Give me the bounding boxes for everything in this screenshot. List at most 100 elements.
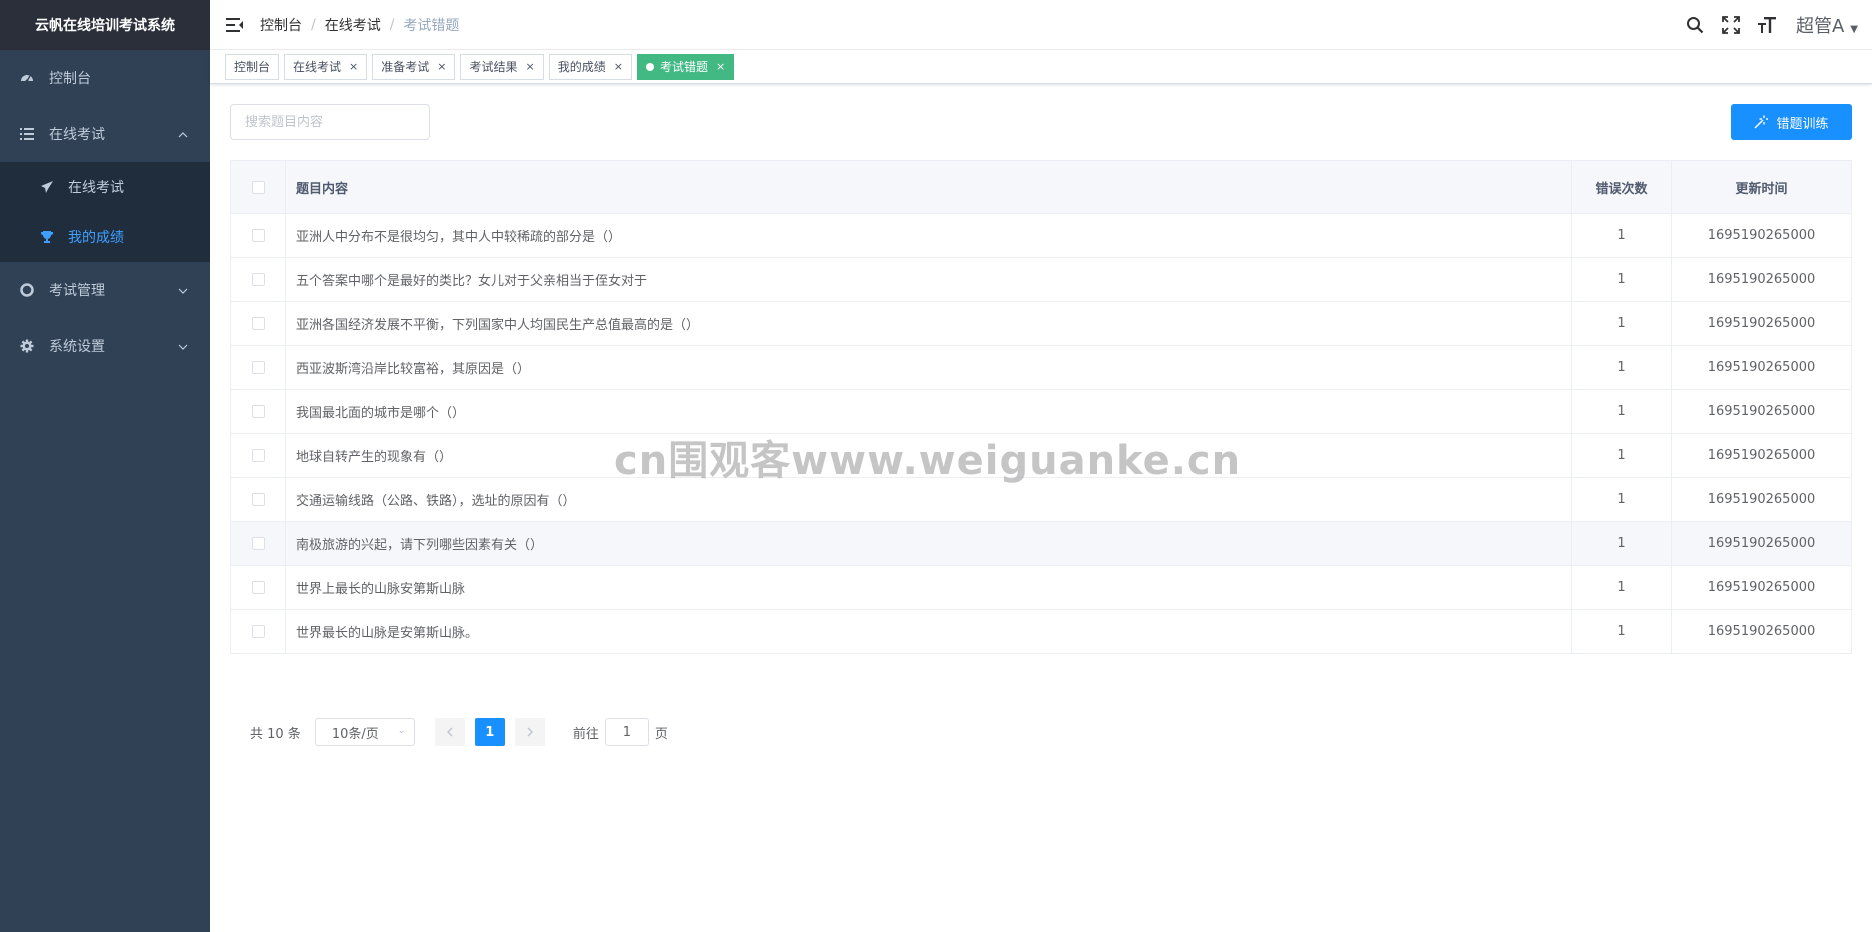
tag-dashboard[interactable]: 控制台	[225, 53, 280, 80]
row-select-cell	[230, 301, 286, 346]
updated-time: 1695190265000	[1671, 257, 1852, 302]
error-count: 1	[1571, 521, 1672, 566]
question-content: 我国最北面的城市是哪个（）	[285, 389, 1572, 434]
close-icon[interactable]: ×	[526, 60, 535, 73]
row-checkbox[interactable]	[251, 449, 265, 462]
user-name: 超管A	[1795, 16, 1845, 37]
table-row[interactable]: 世界最长的山脉是安第斯山脉。 1 1695190265000	[230, 609, 1852, 654]
user-menu[interactable]: 超管A ▼	[1796, 12, 1858, 38]
tag-label: 考试错题	[659, 60, 708, 74]
table-row[interactable]: 西亚波斯湾沿岸比较富裕，其原因是（） 1 1695190265000	[230, 345, 1852, 390]
row-select-cell	[230, 609, 286, 654]
select-all-checkbox[interactable]	[251, 180, 265, 194]
table-row[interactable]: 地球自转产生的现象有（） 1 1695190265000	[230, 433, 1852, 478]
row-checkbox[interactable]	[251, 625, 265, 638]
trophy-icon	[40, 230, 54, 244]
row-select-cell	[230, 213, 286, 258]
tag-my-scores[interactable]: 我的成绩 ×	[548, 53, 632, 80]
question-content: 地球自转产生的现象有（）	[285, 433, 1572, 478]
close-icon[interactable]: ×	[349, 60, 358, 73]
tag-prepare-exam[interactable]: 准备考试 ×	[372, 53, 456, 80]
next-page-button[interactable]	[514, 718, 545, 746]
sidebar-item-label: 控制台	[49, 71, 91, 87]
row-checkbox[interactable]	[251, 229, 265, 242]
search-input[interactable]	[230, 104, 430, 140]
close-icon[interactable]: ×	[614, 60, 623, 73]
list-icon	[20, 127, 34, 141]
close-icon[interactable]: ×	[437, 60, 446, 73]
table-row[interactable]: 南极旅游的兴起，请下列哪些因素有关（） 1 1695190265000	[230, 521, 1852, 566]
page-size-value: 10条/页	[331, 726, 379, 742]
tag-wrong-questions[interactable]: 考试错题 ×	[636, 53, 735, 80]
error-count: 1	[1571, 477, 1672, 522]
column-header-errors[interactable]: 错误次数	[1571, 160, 1672, 214]
updated-time: 1695190265000	[1671, 477, 1852, 522]
table-row[interactable]: 亚洲人中分布不是很均匀，其中人中较稀疏的部分是（） 1 169519026500…	[230, 213, 1852, 258]
row-checkbox[interactable]	[251, 405, 265, 418]
tag-label: 我的成绩	[557, 60, 606, 74]
row-select-cell	[230, 433, 286, 478]
column-header-content[interactable]: 题目内容	[285, 160, 1572, 214]
updated-time: 1695190265000	[1671, 301, 1852, 346]
sidebar-subitem-online-exam[interactable]: 在线考试	[0, 162, 210, 212]
app-logo-title[interactable]: 云帆在线培训考试系统	[0, 0, 210, 50]
prev-page-button[interactable]	[434, 718, 465, 746]
sidebar-item-exam-management[interactable]: 考试管理	[0, 262, 210, 318]
column-header-updated[interactable]: 更新时间	[1671, 160, 1852, 214]
tag-exam-result[interactable]: 考试结果 ×	[460, 53, 544, 80]
row-checkbox[interactable]	[251, 493, 265, 506]
sidebar-item-dashboard[interactable]: 控制台	[0, 50, 210, 106]
fullscreen-icon[interactable]	[1720, 14, 1742, 36]
updated-time: 1695190265000	[1671, 433, 1852, 478]
table-header-row: 题目内容 错误次数 更新时间	[230, 160, 1852, 214]
app-root: 云帆在线培训考试系统 控制台 在线考试 在线考试 我的成绩 考试管理 系统设置 …	[0, 0, 1872, 932]
wrong-question-training-button[interactable]: 错题训练	[1731, 104, 1852, 140]
error-count: 1	[1571, 565, 1672, 610]
button-label: 错题训练	[1776, 116, 1829, 132]
active-dot-icon	[645, 62, 654, 71]
table-row[interactable]: 亚洲各国经济发展不平衡，下列国家中人均国民生产总值最高的是（） 1 169519…	[230, 301, 1852, 346]
row-checkbox[interactable]	[251, 273, 265, 286]
main-content: 错题训练 题目内容 错误次数 更新时间 亚洲人中分布不是很均匀，其中人中较稀疏的…	[230, 104, 1852, 746]
row-select-cell	[230, 521, 286, 566]
tag-online-exam[interactable]: 在线考试 ×	[284, 53, 368, 80]
wrong-questions-table: 题目内容 错误次数 更新时间 亚洲人中分布不是很均匀，其中人中较稀疏的部分是（）…	[230, 160, 1852, 654]
tags-view: 控制台 在线考试 × 准备考试 × 考试结果 × 我的成绩 × 考试错题 ×	[210, 50, 1872, 84]
font-size-icon[interactable]	[1756, 14, 1778, 36]
page-jumper: 前往 页	[573, 718, 668, 746]
navbar: 控制台 / 在线考试 / 考试错题 超管A ▼	[210, 0, 1872, 50]
breadcrumb-current: 考试错题	[403, 17, 460, 34]
question-content: 南极旅游的兴起，请下列哪些因素有关（）	[285, 521, 1572, 566]
row-checkbox[interactable]	[251, 317, 265, 330]
goto-page-input[interactable]	[604, 718, 649, 746]
sidebar-item-system-settings[interactable]: 系统设置	[0, 318, 210, 374]
page-number-current[interactable]: 1	[474, 718, 505, 746]
sidebar-item-online-exam[interactable]: 在线考试	[0, 106, 210, 162]
sidebar-subitem-label: 我的成绩	[68, 230, 124, 246]
breadcrumb-item[interactable]: 在线考试	[325, 15, 381, 35]
goto-label: 前往	[572, 726, 599, 742]
row-select-cell	[230, 257, 286, 302]
chevron-left-icon	[446, 727, 453, 737]
search-icon[interactable]	[1684, 14, 1706, 36]
question-content: 世界最长的山脉是安第斯山脉。	[285, 609, 1572, 654]
row-checkbox[interactable]	[251, 361, 265, 374]
table-row[interactable]: 五个答案中哪个是最好的类比？女儿对于父亲相当于侄女对于 1 1695190265…	[230, 257, 1852, 302]
table-row[interactable]: 世界上最长的山脉安第斯山脉 1 1695190265000	[230, 565, 1852, 610]
breadcrumb-item[interactable]: 控制台	[260, 15, 302, 35]
sidebar-subitem-my-scores[interactable]: 我的成绩	[0, 212, 210, 262]
updated-time: 1695190265000	[1671, 521, 1852, 566]
updated-time: 1695190265000	[1671, 345, 1852, 390]
table-row[interactable]: 交通运输线路（公路、铁路），选址的原因有（） 1 1695190265000	[230, 477, 1852, 522]
updated-time: 1695190265000	[1671, 389, 1852, 434]
paper-plane-icon	[40, 180, 54, 194]
lifebuoy-icon	[20, 283, 34, 297]
row-checkbox[interactable]	[251, 581, 265, 594]
sidebar-subitem-label: 在线考试	[68, 180, 124, 196]
sidebar-toggle-icon[interactable]	[210, 0, 260, 50]
page-size-select[interactable]: 10条/页 ⌄	[314, 718, 415, 746]
row-checkbox[interactable]	[251, 537, 265, 550]
right-menu: 超管A ▼	[1684, 0, 1858, 50]
table-row[interactable]: 我国最北面的城市是哪个（） 1 1695190265000	[230, 389, 1852, 434]
close-icon[interactable]: ×	[716, 60, 725, 73]
